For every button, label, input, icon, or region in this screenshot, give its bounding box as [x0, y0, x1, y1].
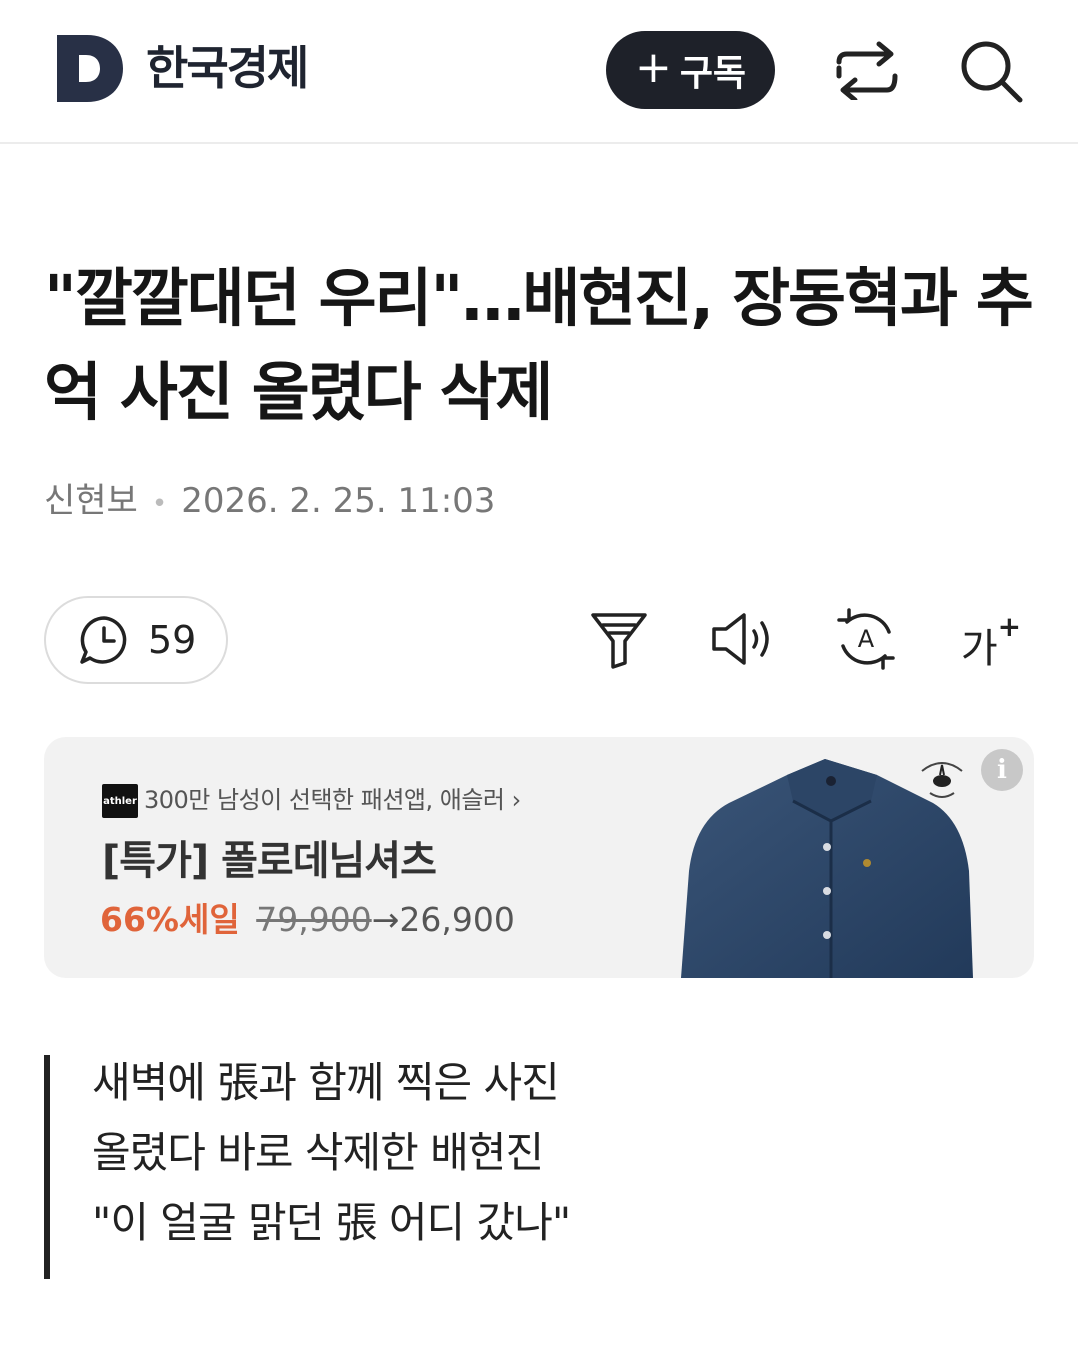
advertiser-logo: athler	[102, 784, 138, 818]
comment-count: 59	[148, 618, 197, 662]
plus-icon: +	[634, 42, 672, 93]
funnel-icon	[591, 613, 647, 669]
summary-line: "이 얼굴 맑던 張 어디 갔나"	[92, 1198, 571, 1247]
subscribe-button[interactable]: + 구독	[606, 31, 775, 109]
svg-text:A: A	[858, 625, 875, 653]
article-summary: 새벽에 張과 함께 찍은 사진 올렸다 바로 삭제한 배현진 "이 얼굴 맑던 …	[44, 1055, 1024, 1279]
sale-price: 26,900	[399, 900, 515, 939]
ad-price: 66%세일 79,900→26,900	[100, 897, 515, 943]
search-icon[interactable]	[958, 38, 1026, 104]
speaker-icon	[712, 613, 769, 665]
translate-button[interactable]: A	[833, 606, 899, 672]
daum-logo-icon[interactable]	[57, 35, 123, 102]
comments-button[interactable]: 59	[44, 596, 228, 684]
summary-filter-button[interactable]	[586, 606, 652, 672]
font-size-label: 가	[960, 626, 998, 672]
translate-icon: A	[837, 608, 895, 670]
arrow-icon: →	[371, 900, 400, 939]
author-name[interactable]: 신현보	[44, 481, 138, 521]
sale-percent: 66%세일	[100, 900, 240, 939]
brand-name[interactable]: 한국경제	[146, 38, 309, 98]
ad-banner[interactable]: athler 300만 남성이 선택한 패션앱, 애슬러 › [특가] 폴로데님…	[44, 737, 1034, 978]
polo-club-logo-icon	[921, 762, 963, 798]
comment-icon	[80, 616, 127, 664]
original-price: 79,900	[256, 900, 372, 939]
ad-tagline: 300만 남성이 선택한 패션앱, 애슬러 ›	[144, 786, 522, 814]
article-title: "깔깔대던 우리"…배현진, 장동혁과 추억 사진 올렸다 삭제	[44, 262, 1034, 429]
share-icon[interactable]	[833, 40, 901, 100]
separator-dot: •	[151, 489, 168, 519]
plus-icon: +	[997, 609, 1022, 643]
publish-datetime: 2026. 2. 25. 11:03	[181, 481, 496, 521]
subscribe-label: 구독	[679, 53, 747, 94]
font-size-button[interactable]: 가 +	[956, 606, 1026, 673]
chevron-right-icon: ›	[511, 786, 522, 814]
article-meta: 신현보 • 2026. 2. 25. 11:03	[44, 479, 495, 526]
ad-title: [특가] 폴로데님셔츠	[102, 838, 437, 884]
listen-button[interactable]	[710, 606, 776, 672]
ad-info-button[interactable]: i	[981, 749, 1023, 791]
app-header: 한국경제 + 구독	[0, 0, 1078, 144]
